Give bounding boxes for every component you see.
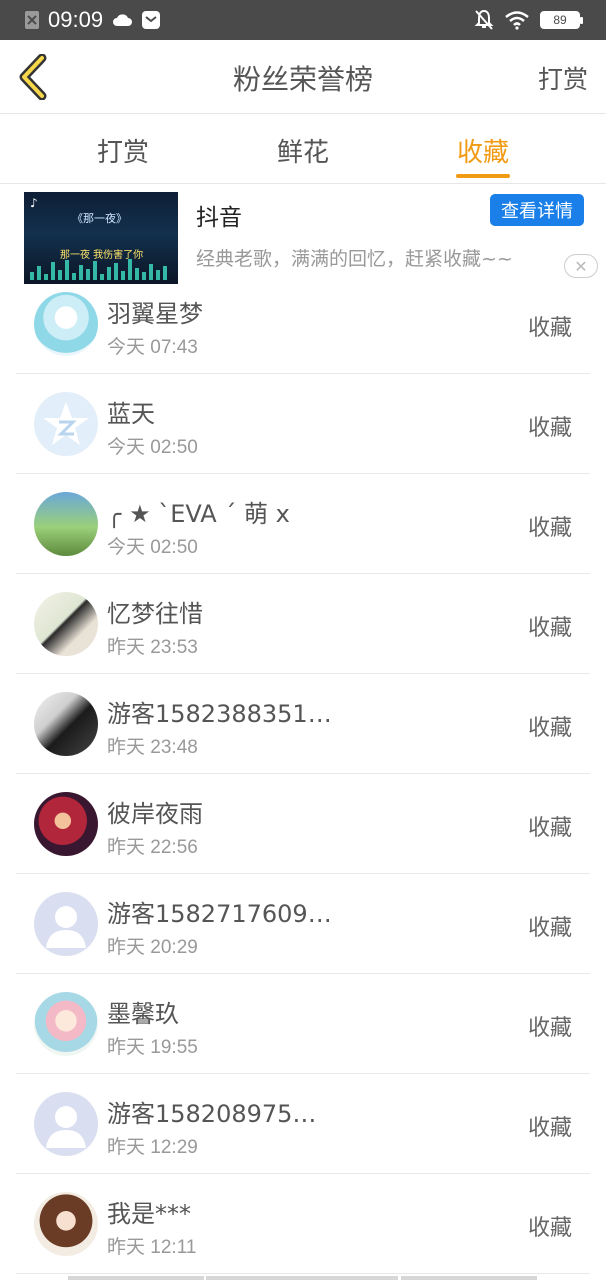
action-label: 收藏 [527,816,572,841]
cloud-icon [113,14,133,26]
action-label: 收藏 [527,1116,572,1141]
avatar[interactable] [34,592,98,656]
wifi-icon [505,11,529,30]
timestamp: 今天 07:43 [107,337,198,358]
action-label: 收藏 [527,316,572,341]
action-label: 收藏 [527,1216,572,1241]
active-tab-indicator [456,174,510,178]
user-name: 我是*** [107,1200,191,1228]
list-item[interactable]: 羽翼星梦 今天 07:43 收藏 [16,274,590,374]
list-item[interactable]: 蓝天 今天 02:50 收藏 [16,374,590,474]
timestamp: 昨天 22:56 [107,837,198,858]
view-details-button[interactable]: 查看详情 [490,194,584,226]
ad-thumbnail[interactable]: ♪ 《那一夜》 那一夜 我伤害了你 [24,192,178,284]
status-bar: 09:09 89 [0,0,606,40]
timestamp: 今天 02:50 [107,537,198,558]
action-label: 收藏 [527,416,572,441]
bell-off-icon [474,9,494,30]
tab-reward[interactable]: 打赏 [97,132,149,169]
avatar[interactable] [34,892,98,956]
user-name: 羽翼星梦 [107,300,203,328]
list-item[interactable]: ╭ ★ ˋEVA ˊ 萌 x 今天 02:50 收藏 [16,474,590,574]
page-title: 粉丝荣誉榜 [232,63,373,96]
tiktok-logo-icon: ♪ [30,196,38,210]
user-name: 游客158208975… [107,1100,317,1128]
action-label: 收藏 [527,516,572,541]
user-name: 墨馨玖 [107,1000,179,1028]
status-time: 09:09 [48,7,104,32]
timestamp: 昨天 20:29 [107,937,198,958]
user-name: 蓝天 [107,400,155,428]
ad-banner[interactable]: ♪ 《那一夜》 那一夜 我伤害了你 抖音 经典老歌，满满的回忆，赶紧收藏~~ 查… [0,184,606,288]
list-item[interactable]: 游客1582388351… 昨天 23:48 收藏 [16,674,590,774]
default-user-icon [46,1106,86,1148]
action-label: 收藏 [527,916,572,941]
tab-favorites[interactable]: 收藏 [457,132,509,169]
app-header: 粉丝荣誉榜 打赏 [0,40,606,114]
avatar[interactable] [34,392,98,456]
bottom-scroll-indicator [0,1276,606,1280]
action-label: 收藏 [527,716,572,741]
tab-bar: 打赏 鲜花 收藏 [0,114,606,184]
action-label: 收藏 [527,1016,572,1041]
list-item[interactable]: 游客1582717609… 昨天 20:29 收藏 [16,874,590,974]
list-item[interactable]: 我是*** 昨天 12:11 收藏 [16,1174,590,1274]
timestamp: 昨天 23:48 [107,737,198,758]
timestamp: 昨天 12:11 [107,1237,197,1258]
no-sim-icon [25,11,39,29]
avatar[interactable] [34,992,98,1056]
reward-button[interactable]: 打赏 [538,60,588,96]
ad-title: 抖音 [196,205,242,231]
status-right: 89 [474,6,583,34]
list-item[interactable]: 彼岸夜雨 昨天 22:56 收藏 [16,774,590,874]
user-name: ╭ ★ ˋEVA ˊ 萌 x [107,500,290,528]
message-icon [142,11,161,29]
list-item[interactable]: 墨馨玖 昨天 19:55 收藏 [16,974,590,1074]
action-label: 收藏 [527,616,572,641]
avatar[interactable] [34,1092,98,1156]
timestamp: 今天 02:50 [107,437,198,458]
timestamp: 昨天 19:55 [107,1037,198,1058]
user-name: 游客1582388351… [107,700,332,728]
default-user-icon [46,906,86,948]
avatar[interactable] [34,492,98,556]
list-item[interactable]: 忆梦往惜 昨天 23:53 收藏 [16,574,590,674]
tab-flowers[interactable]: 鲜花 [277,132,329,169]
avatar[interactable] [34,292,98,356]
avatar[interactable] [34,692,98,756]
ad-thumb-title: 《那一夜》 [72,212,127,225]
default-star-avatar-icon [43,402,89,445]
user-name: 彼岸夜雨 [107,800,203,828]
timestamp: 昨天 12:29 [107,1137,198,1158]
favorites-list: 羽翼星梦 今天 07:43 收藏 蓝天 今天 02:50 收藏 ╭ ★ ˋEVA… [0,274,606,1274]
timestamp: 昨天 23:53 [107,637,198,658]
avatar[interactable] [34,1192,98,1256]
list-item[interactable]: 游客158208975… 昨天 12:29 收藏 [16,1074,590,1174]
status-left: 09:09 [24,6,161,34]
user-name: 忆梦往惜 [107,600,203,628]
battery-indicator: 89 [540,11,583,29]
ad-description: 经典老歌，满满的回忆，赶紧收藏~~ [196,248,513,270]
user-name: 游客1582717609… [107,900,332,928]
avatar[interactable] [34,792,98,856]
